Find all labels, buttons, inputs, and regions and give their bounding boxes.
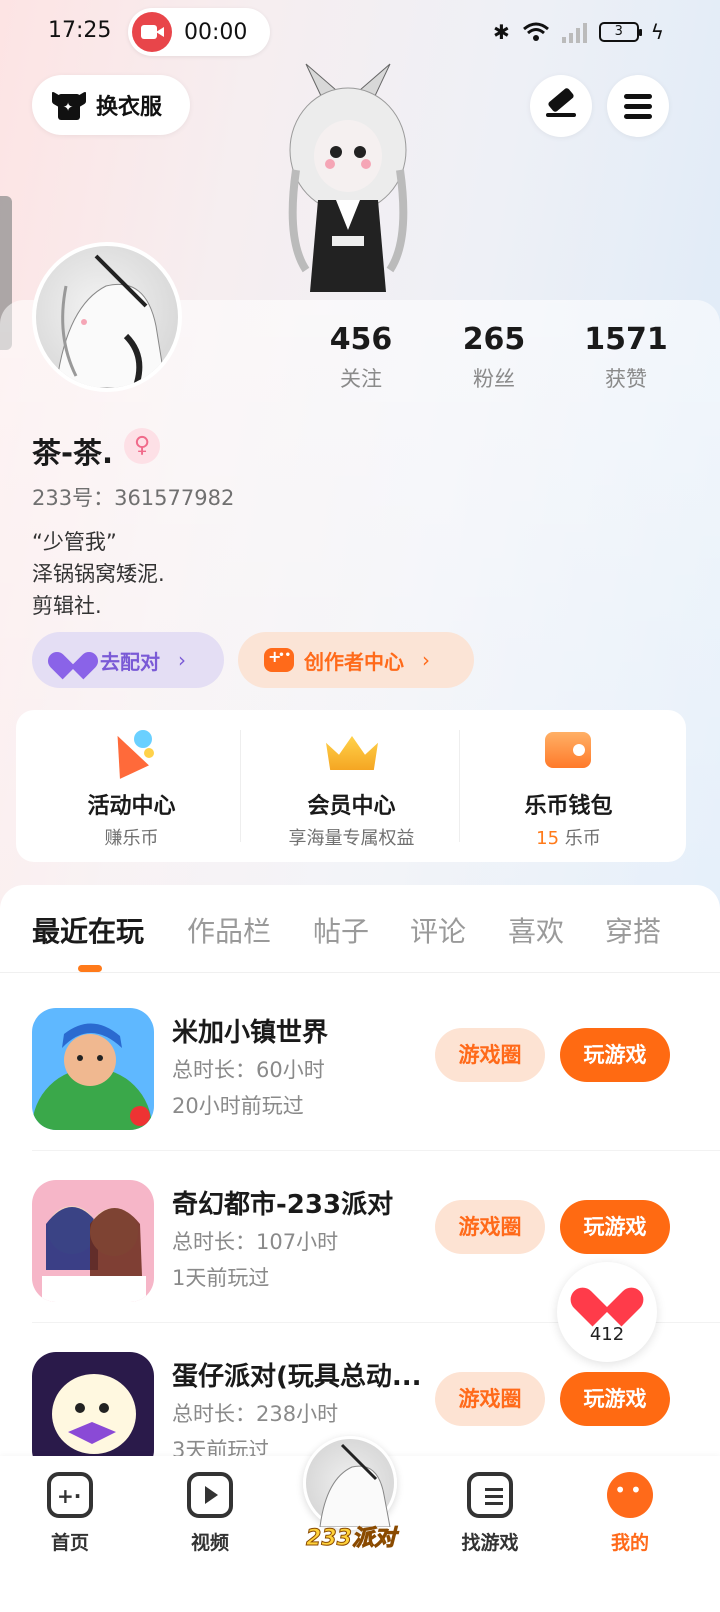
likes-label: 获赞: [605, 367, 647, 391]
chevron-right-icon: ›: [178, 648, 186, 672]
floating-like-button[interactable]: 412: [557, 1262, 657, 1362]
wallet-button[interactable]: 乐币钱包 15 乐币: [457, 710, 680, 862]
wallet-icon: [543, 726, 595, 774]
tab-indicator: [78, 965, 102, 972]
nav-video-label: 视频: [190, 1532, 229, 1554]
tab-outfits[interactable]: 穿搭: [605, 910, 661, 950]
followers-stat[interactable]: 265 粉丝: [439, 322, 549, 393]
game-thumbnail[interactable]: [32, 1180, 154, 1302]
user-id[interactable]: 233号：361577982: [32, 482, 234, 512]
crown-icon: [326, 726, 378, 774]
game-duration: 总时长：60小时: [172, 1058, 325, 1082]
party-icon: [103, 726, 158, 779]
tab-comments[interactable]: 评论: [410, 910, 466, 950]
shirt-icon: ✦: [52, 90, 86, 120]
services-card: 活动中心 赚乐币 会员中心 享海量专属权益 乐币钱包 15 乐币: [16, 710, 686, 862]
list-icon: [467, 1472, 513, 1518]
avatar-character-image[interactable]: [276, 60, 420, 292]
game-circle-button[interactable]: 游戏圈: [435, 1200, 545, 1254]
tab-recent-play[interactable]: 最近在玩: [32, 910, 144, 950]
game-duration: 总时长：107小时: [172, 1230, 339, 1254]
creator-center-label: 创作者中心: [304, 649, 404, 674]
game-circle-button[interactable]: 游戏圈: [435, 1028, 545, 1082]
nav-me-label: 我的: [610, 1532, 649, 1554]
nav-find-games-label: 找游戏: [461, 1532, 519, 1554]
edit-profile-button[interactable]: [530, 75, 592, 137]
bluetooth-icon: ✱: [493, 20, 510, 44]
nav-find-games[interactable]: 找游戏: [445, 1472, 535, 1555]
heart-icon: [565, 1280, 649, 1327]
game-duration: 总时长：238小时: [172, 1402, 339, 1426]
play-game-button[interactable]: 玩游戏: [560, 1372, 670, 1426]
following-label: 关注: [340, 367, 382, 391]
vip-center-title: 会员中心: [307, 794, 396, 819]
menu-button[interactable]: [607, 75, 669, 137]
match-button[interactable]: 去配对 ›: [32, 632, 224, 688]
play-game-button[interactable]: 玩游戏: [560, 1028, 670, 1082]
game-last-played: 1天前玩过: [172, 1266, 270, 1290]
activity-center-title: 活动中心: [87, 794, 176, 819]
change-outfit-button[interactable]: ✦ 换衣服: [32, 75, 190, 135]
game-thumbnail[interactable]: [32, 1008, 154, 1130]
wallet-balance-unit: 乐币: [559, 828, 601, 849]
change-outfit-label: 换衣服: [96, 95, 163, 120]
wallet-balance: 15 乐币: [457, 824, 680, 850]
bio-line: 剪辑社.: [32, 594, 102, 618]
record-camera-icon: [132, 12, 172, 52]
vip-center-button[interactable]: 会员中心 享海量专属权益: [240, 710, 463, 862]
username: 茶-茶.: [32, 436, 114, 470]
likes-count: 1571: [584, 322, 668, 357]
wallet-title: 乐币钱包: [524, 794, 613, 819]
tab-posts[interactable]: 帖子: [313, 910, 369, 950]
party-center-label: 233派对: [306, 1526, 397, 1552]
following-count: 456: [329, 322, 393, 357]
game-name: 蛋仔派对(玩具总动...: [172, 1362, 422, 1392]
nav-video[interactable]: 视频: [165, 1472, 255, 1555]
screen-record-pill[interactable]: 00:00: [128, 8, 270, 56]
nav-home[interactable]: +· 首页: [25, 1472, 115, 1555]
game-last-played: 20小时前玩过: [172, 1094, 304, 1118]
bio: “少管我” 泽锅锅窝矮泥. 剪辑社.: [32, 526, 165, 622]
activity-center-button[interactable]: 活动中心 赚乐币: [20, 710, 243, 862]
match-label: 去配对: [100, 649, 160, 674]
game-name: 奇幻都市-233派对: [172, 1190, 394, 1220]
charging-icon: ϟ: [650, 20, 664, 44]
play-game-button[interactable]: 玩游戏: [560, 1200, 670, 1254]
heart-icon: [44, 647, 102, 680]
wifi-icon: [522, 22, 550, 42]
tab-likes[interactable]: 喜欢: [508, 910, 564, 950]
followers-label: 粉丝: [473, 367, 515, 391]
list-item[interactable]: 米加小镇世界 总时长：60小时 20小时前玩过 游戏圈 玩游戏: [0, 998, 720, 1170]
status-icons: ✱ 3 ϟ: [493, 18, 664, 46]
profile-face-icon: [607, 1472, 653, 1518]
activity-center-sub: 赚乐币: [104, 828, 159, 849]
followers-count: 265: [462, 322, 526, 357]
gamepad-icon: [264, 647, 294, 672]
tab-works[interactable]: 作品栏: [187, 910, 271, 950]
status-time: 17:25: [48, 18, 112, 43]
female-gender-icon: ♀: [124, 428, 160, 464]
battery-icon: 3: [598, 22, 642, 42]
party-center-button[interactable]: [303, 1436, 397, 1530]
bio-line: “少管我”: [32, 530, 117, 554]
nav-me[interactable]: 我的: [585, 1472, 675, 1555]
likes-stat[interactable]: 1571 获赞: [571, 322, 681, 393]
following-stat[interactable]: 456 关注: [306, 322, 416, 393]
record-timer: 00:00: [184, 20, 248, 45]
gamepad-icon: +·: [47, 1472, 93, 1518]
profile-avatar[interactable]: [32, 242, 182, 392]
status-bar: 17:25 00:00 ✱ 3 ϟ: [0, 0, 720, 64]
game-circle-button[interactable]: 游戏圈: [435, 1372, 545, 1426]
bio-line: 泽锅锅窝矮泥.: [32, 562, 165, 586]
game-name: 米加小镇世界: [172, 1018, 329, 1048]
wallet-balance-value: 15: [536, 828, 560, 849]
vip-center-sub: 享海量专属权益: [288, 828, 415, 849]
signal-icon: [561, 21, 587, 43]
video-play-icon: [187, 1472, 233, 1518]
creator-center-button[interactable]: 创作者中心 ›: [238, 632, 474, 688]
nav-home-label: 首页: [50, 1532, 89, 1554]
chevron-right-icon: ›: [422, 648, 430, 672]
like-count: 412: [589, 1324, 625, 1345]
